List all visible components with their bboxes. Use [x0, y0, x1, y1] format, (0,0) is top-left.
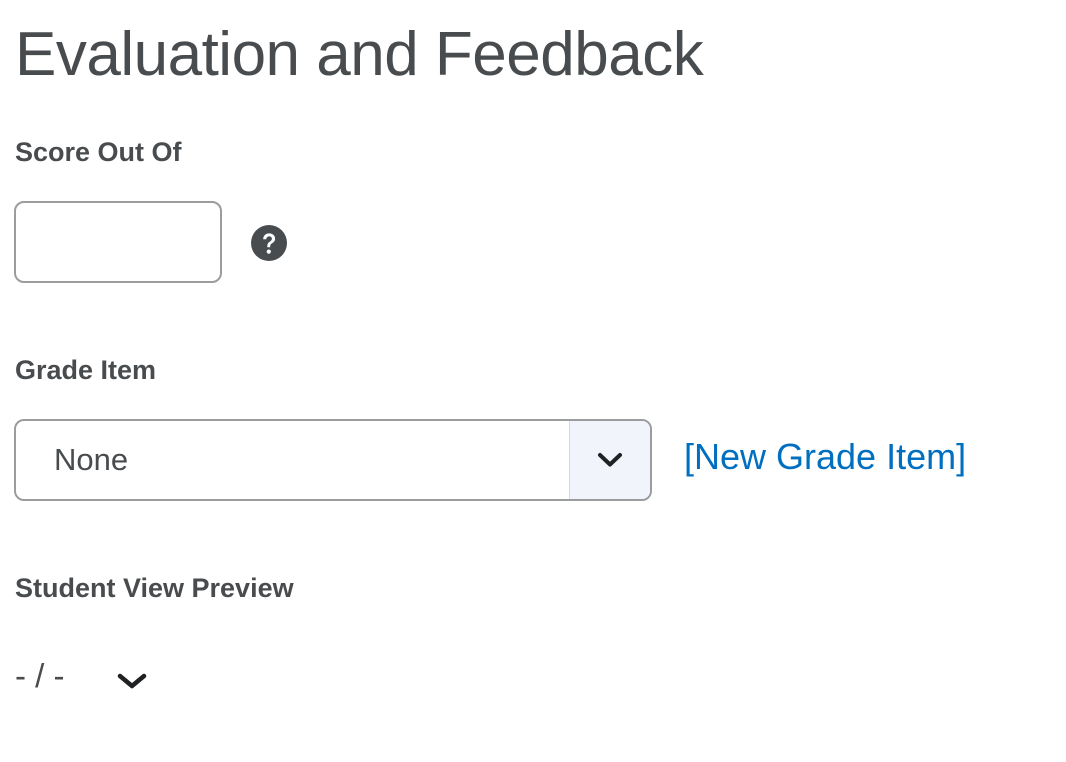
grade-item-dropdown-toggle[interactable] [569, 421, 650, 499]
grade-item-select[interactable]: None [14, 419, 652, 501]
chevron-down-icon [598, 453, 622, 467]
chevron-down-icon [117, 673, 147, 689]
page-title: Evaluation and Feedback [15, 20, 704, 89]
new-grade-item-link[interactable]: [New Grade Item] [684, 434, 966, 480]
student-view-preview-score: - / - [15, 657, 65, 694]
grade-item-selected-value: None [54, 442, 129, 477]
help-icon[interactable] [250, 224, 288, 262]
question-circle-icon [251, 225, 287, 261]
score-out-of-label: Score Out Of [15, 137, 182, 167]
student-view-preview-toggle[interactable] [114, 666, 150, 696]
score-out-of-input[interactable] [14, 201, 222, 283]
student-view-preview-label: Student View Preview [15, 573, 294, 603]
grade-item-label: Grade Item [15, 355, 157, 385]
